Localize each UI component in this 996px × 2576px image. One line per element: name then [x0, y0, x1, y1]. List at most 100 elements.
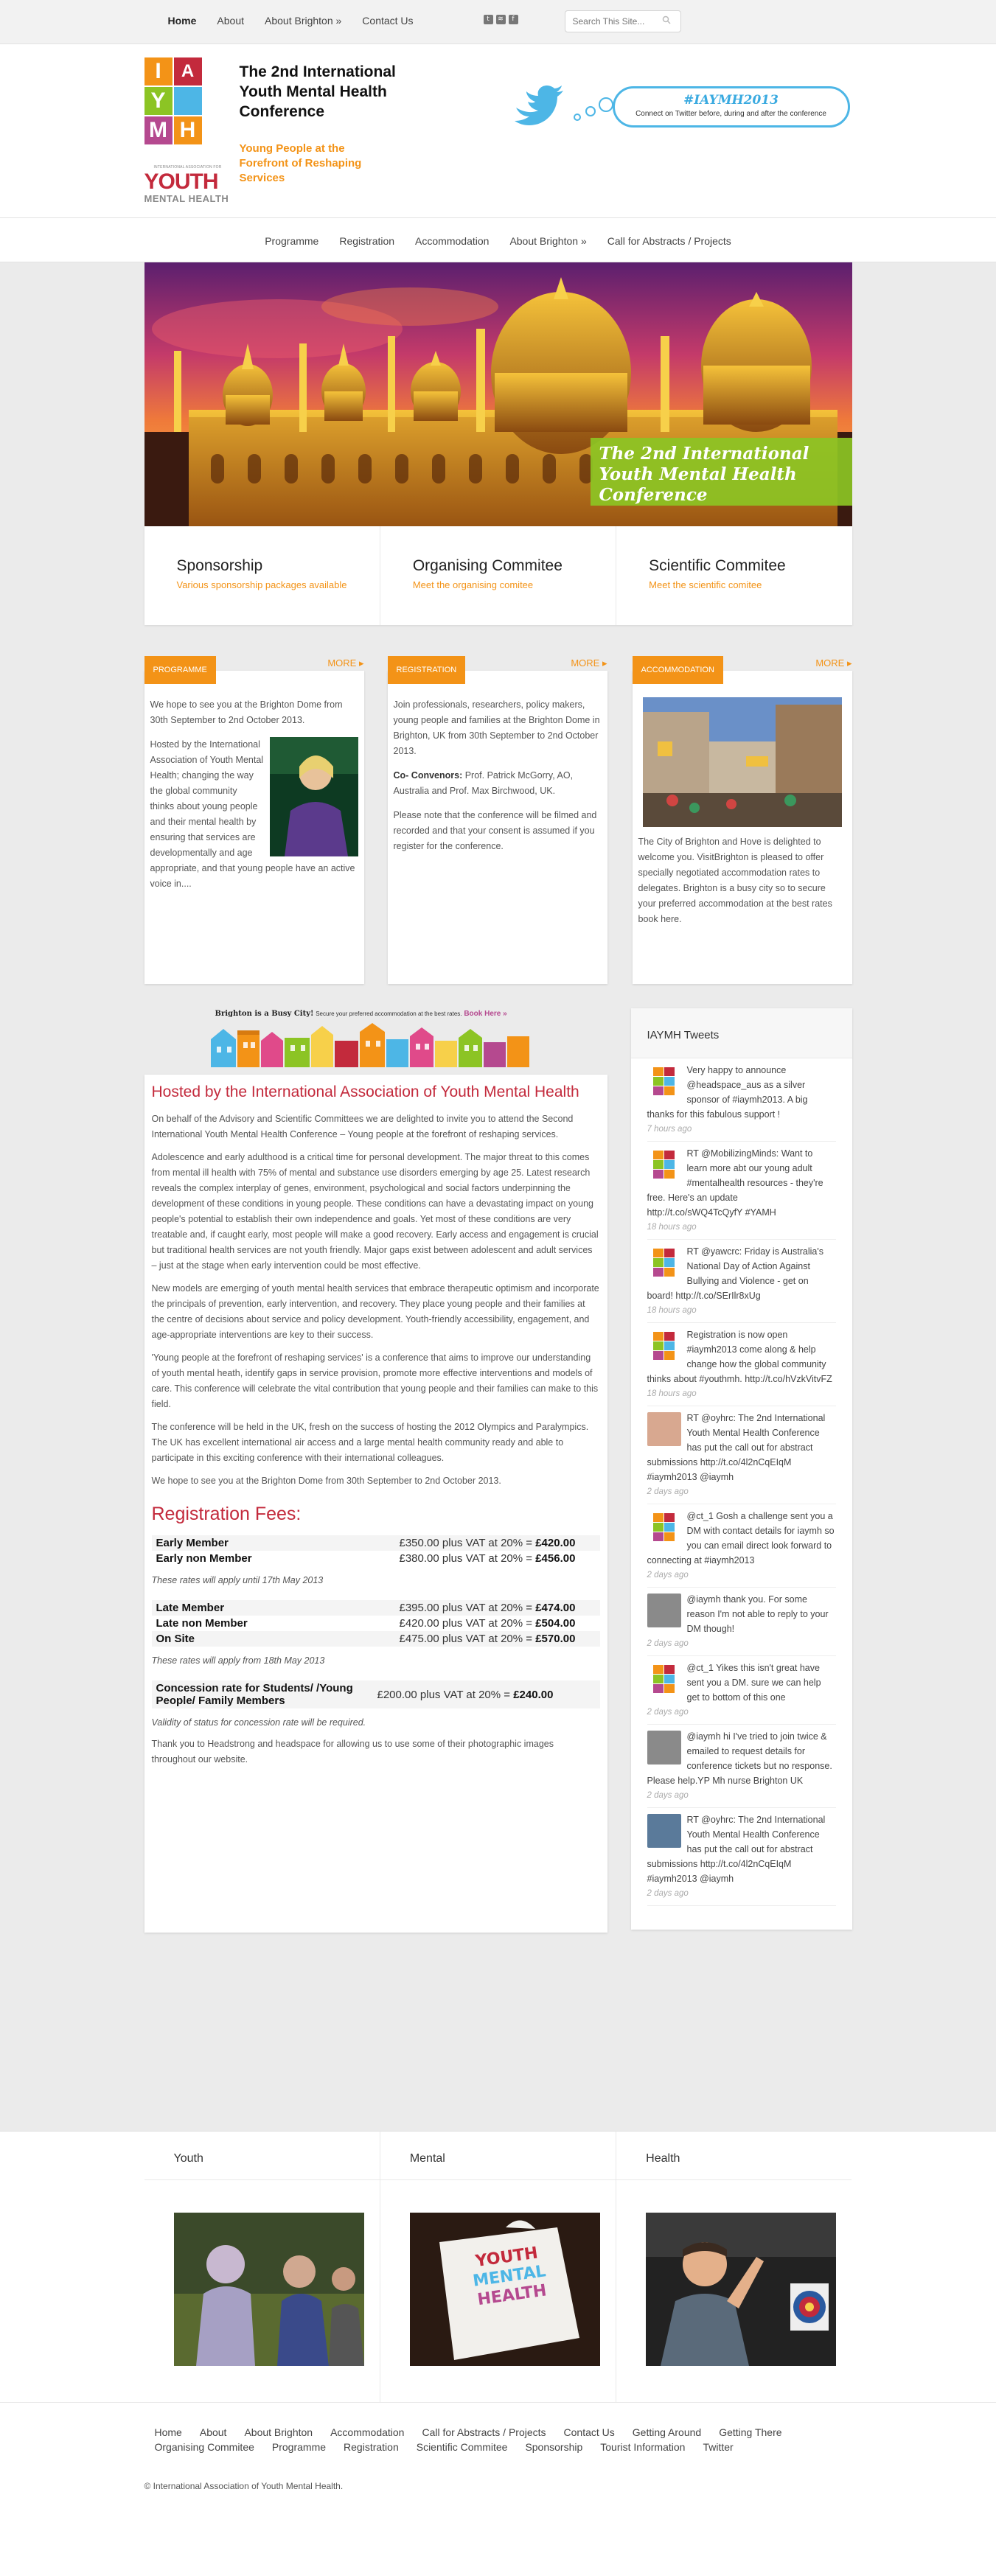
chevron-right-icon: ▸	[358, 657, 364, 669]
tweet-avatar[interactable]	[647, 1064, 681, 1098]
youth-photo	[173, 2213, 364, 2366]
tweet-item[interactable]: RT @MobilizingMinds: Want to learn more …	[647, 1142, 836, 1240]
fee-price: £200.00 plus VAT at 20% = £240.00	[373, 1680, 600, 1708]
twitter-cloud-banner[interactable]: #IAYMH2013 Connect on Twitter before, du…	[612, 86, 850, 128]
tweet-avatar[interactable]	[647, 1814, 681, 1848]
tweet-time[interactable]: 2 days ago	[647, 1636, 836, 1651]
programme-more-link[interactable]: MORE ▸	[327, 657, 363, 669]
banner-book-link[interactable]: Book Here »	[464, 1010, 506, 1018]
tweet-time[interactable]: 18 hours ago	[647, 1220, 836, 1235]
mental-photo: YOUTH MENTAL HEALTH	[409, 2213, 600, 2366]
tweet-item[interactable]: @iaymh hi I've tried to join twice & ema…	[647, 1725, 836, 1808]
feature-box-link[interactable]: Various sponsorship packages available	[177, 579, 380, 590]
bottom-col-health[interactable]: Health	[616, 2132, 852, 2403]
tweet-time[interactable]: 2 days ago	[647, 1568, 836, 1582]
footer-nav-item[interactable]: Accommodation	[330, 2425, 404, 2440]
fees-note-late: These rates will apply from 18th May 201…	[151, 1655, 325, 1666]
tweet-item[interactable]: Very happy to announce @headspace_aus as…	[647, 1058, 836, 1142]
top-nav-about[interactable]: About	[217, 15, 244, 27]
footer-nav-item[interactable]: About Brighton	[244, 2425, 313, 2440]
site-header: I A Y M H INTERNATIONAL ASSOCIATION FOR …	[0, 44, 996, 218]
tweet-time[interactable]: 18 hours ago	[647, 1386, 836, 1401]
feature-box-sponsorship[interactable]: Sponsorship Various sponsorship packages…	[144, 526, 380, 625]
tweet-time[interactable]: 7 hours ago	[647, 1122, 836, 1137]
tweet-avatar[interactable]	[647, 1594, 681, 1627]
nav-about-brighton[interactable]: About Brighton »	[509, 235, 586, 247]
content-area: The 2nd International Youth Mental Healt…	[0, 262, 996, 2131]
footer-nav-item[interactable]: Registration	[344, 2440, 399, 2454]
fees-heading: Registration Fees:	[151, 1504, 302, 1524]
tweet-time[interactable]: 2 days ago	[647, 1484, 836, 1499]
hero-slider[interactable]: The 2nd International Youth Mental Healt…	[144, 262, 852, 526]
rss-icon[interactable]: ≋	[495, 15, 506, 24]
footer-nav-item[interactable]: Scientific Commitee	[417, 2440, 508, 2454]
tweet-time[interactable]: 2 days ago	[647, 1705, 836, 1720]
slider-caption: The 2nd International Youth Mental Healt…	[590, 438, 852, 506]
site-logo[interactable]: I A Y M H INTERNATIONAL ASSOCIATION FOR …	[144, 57, 231, 204]
tweet-item[interactable]: @iaymh thank you. For some reason I'm no…	[647, 1588, 836, 1656]
bottom-features: Youth Mental YOUTH MENTAL HEALTH Health	[0, 2131, 996, 2403]
tweet-text: @iaymh thank you. For some reason I'm no…	[686, 1594, 829, 1634]
facebook-icon[interactable]: f	[508, 15, 518, 24]
tweet-time[interactable]: 2 days ago	[647, 1788, 836, 1803]
fee-row: Late Member £395.00 plus VAT at 20% = £47…	[151, 1600, 600, 1616]
top-nav-home[interactable]: Home	[168, 15, 197, 27]
twitter-icon[interactable]: t	[483, 15, 493, 24]
footer-nav-item[interactable]: About	[200, 2425, 227, 2440]
footer-nav-item[interactable]: Organising Commitee	[155, 2440, 254, 2454]
tweet-item[interactable]: RT @yawcrc: Friday is Australia's Nation…	[647, 1240, 836, 1323]
footer-nav-item[interactable]: Home	[155, 2425, 182, 2440]
footer-nav-item[interactable]: Programme	[272, 2440, 326, 2454]
accommodation-tab[interactable]: ACCOMMODATION	[632, 656, 723, 684]
search-icon[interactable]	[662, 15, 672, 26]
programme-tab[interactable]: PROGRAMME	[144, 656, 216, 684]
article-paragraph: 'Young people at the forefront of reshap…	[151, 1352, 599, 1409]
tweet-avatar[interactable]	[647, 1731, 681, 1765]
copyright-text: © International Association of Youth Men…	[144, 2481, 344, 2491]
feature-box-scientific[interactable]: Scientific Commitee Meet the scientific …	[616, 526, 852, 625]
site-title[interactable]: The 2nd International Youth Mental Healt…	[240, 62, 439, 122]
tweet-avatar[interactable]	[647, 1662, 681, 1696]
top-nav-contact[interactable]: Contact Us	[362, 15, 413, 27]
feature-box-link[interactable]: Meet the scientific comitee	[649, 579, 852, 590]
tweet-avatar[interactable]	[647, 1329, 681, 1363]
top-nav-about-brighton[interactable]: About Brighton »	[265, 15, 341, 27]
tweet-avatar[interactable]	[647, 1148, 681, 1181]
footer-nav-item[interactable]: Twitter	[703, 2440, 733, 2454]
tweet-avatar[interactable]	[647, 1412, 681, 1446]
tweet-item[interactable]: RT @oyhrc: The 2nd International Youth M…	[647, 1808, 836, 1906]
banner-title: Brighton is a Busy City!	[215, 1010, 314, 1018]
fee-label: Late non Member	[156, 1617, 248, 1630]
registration-tab[interactable]: REGISTRATION	[387, 656, 466, 684]
tweet-time[interactable]: 2 days ago	[647, 1886, 836, 1901]
bottom-col-mental[interactable]: Mental YOUTH MENTAL HEALTH	[380, 2132, 617, 2403]
nav-call-for-abstracts[interactable]: Call for Abstracts / Projects	[607, 235, 731, 247]
accommodation-more-link[interactable]: MORE ▸	[815, 657, 852, 669]
nav-accommodation[interactable]: Accommodation	[415, 235, 489, 247]
footer-nav-item[interactable]: Sponsorship	[525, 2440, 582, 2454]
nav-programme[interactable]: Programme	[265, 235, 318, 247]
fees-note-early: These rates will apply until 17th May 20…	[151, 1575, 324, 1585]
tweet-avatar[interactable]	[647, 1246, 681, 1280]
tweet-avatar[interactable]	[647, 1510, 681, 1544]
tweet-item[interactable]: Registration is now open #iaymh2013 come…	[647, 1323, 836, 1406]
tweet-item[interactable]: @ct_1 Gosh a challenge sent you a DM wit…	[647, 1504, 836, 1588]
feature-box-link[interactable]: Meet the organising comitee	[413, 579, 616, 590]
fee-label: Late Member	[156, 1602, 225, 1614]
logo-tile-m: M	[144, 116, 173, 144]
footer-nav-item[interactable]: Tourist Information	[600, 2440, 685, 2454]
footer-nav-item[interactable]: Getting Around	[633, 2425, 701, 2440]
feature-box-organising[interactable]: Organising Commitee Meet the organising …	[380, 526, 617, 625]
footer-nav-item[interactable]: Contact Us	[564, 2425, 615, 2440]
tweet-time[interactable]: 18 hours ago	[647, 1303, 836, 1318]
registration-widget: REGISTRATION MORE ▸ Join professionals, …	[387, 656, 607, 984]
tweet-item[interactable]: @ct_1 Yikes this isn't great have sent y…	[647, 1656, 836, 1725]
nav-registration[interactable]: Registration	[339, 235, 394, 247]
bottom-col-youth[interactable]: Youth	[144, 2132, 380, 2403]
tweet-item[interactable]: RT @oyhrc: The 2nd International Youth M…	[647, 1406, 836, 1504]
registration-more-link[interactable]: MORE ▸	[571, 657, 607, 669]
footer-nav-item[interactable]: Getting There	[719, 2425, 781, 2440]
twitter-bird-icon[interactable]	[513, 85, 565, 129]
footer-nav-item[interactable]: Call for Abstracts / Projects	[422, 2425, 546, 2440]
busy-city-banner[interactable]: Brighton is a Busy City! Secure your pre…	[144, 1008, 607, 1070]
